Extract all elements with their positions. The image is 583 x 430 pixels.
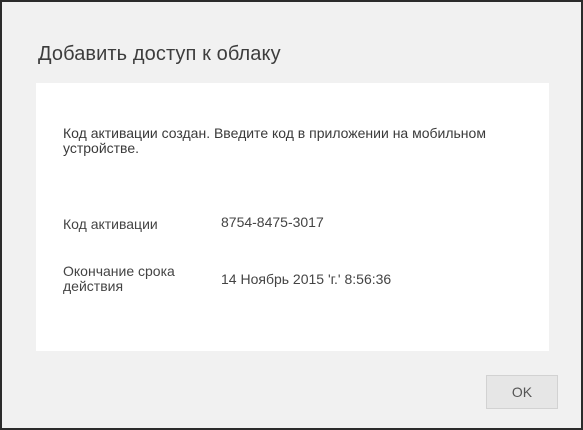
activation-code-label: Код активации [63, 216, 158, 232]
expiration-label: Окончание срока действия [63, 263, 175, 294]
dialog-title: Добавить доступ к облаку [38, 43, 281, 65]
activation-message: Код активации создан. Введите код в прил… [63, 125, 486, 156]
activation-code-value: 8754-8475-3017 [221, 214, 324, 230]
content-panel: Код активации создан. Введите код в прил… [36, 83, 549, 351]
add-cloud-access-dialog: Добавить доступ к облаку Код активации с… [0, 0, 583, 430]
ok-button[interactable]: OK [486, 375, 558, 409]
expiration-value: 14 Ноябрь 2015 'г.' 8:56:36 [221, 271, 392, 287]
